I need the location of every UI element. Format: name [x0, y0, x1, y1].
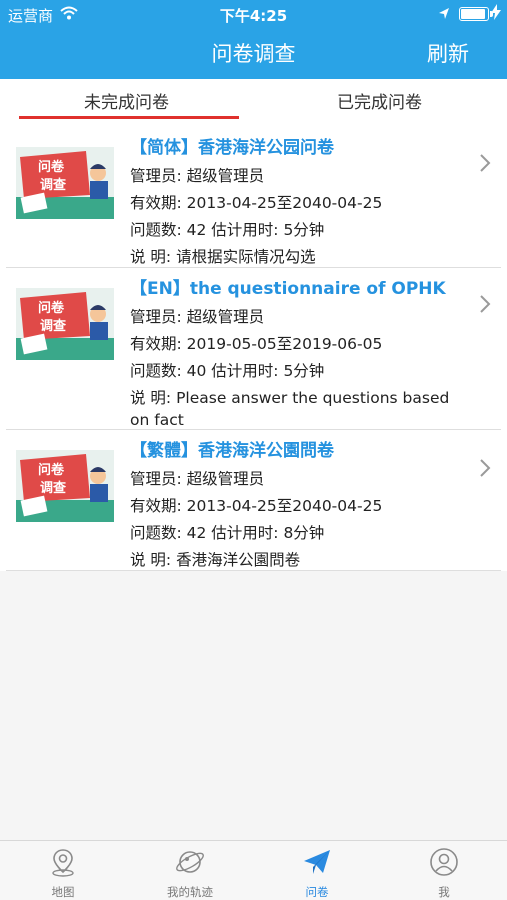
tab-survey-label: 问卷	[305, 885, 329, 899]
survey-thumbnail: 问卷 调查	[16, 288, 114, 360]
thumbnail-word: 调查	[40, 177, 67, 193]
survey-info: 【EN】the questionnaire of OPHK 管理员: 超级管理员…	[130, 277, 473, 431]
chevron-right-icon[interactable]	[479, 294, 491, 320]
survey-card[interactable]: 问卷 调查 【繁體】香港海洋公園問卷 管理员: 超级管理员 有效期: 2013-…	[6, 430, 501, 571]
tab-map-label: 地图	[51, 885, 75, 899]
thumbnail-word: 调查	[40, 480, 67, 496]
survey-description: 说 明: Please answer the questions based o…	[130, 389, 450, 429]
tab-selected-underline	[19, 116, 239, 119]
tab-map[interactable]: 地图	[0, 841, 126, 900]
tab-incomplete[interactable]: 未完成问卷	[0, 79, 253, 121]
survey-description: 说 明: 香港海洋公園問卷	[130, 551, 301, 569]
survey-question-count: 问题数: 42 估计用时: 5分钟	[130, 221, 325, 239]
survey-admin: 管理员: 超级管理员	[130, 167, 265, 185]
charging-icon	[491, 4, 501, 24]
chevron-right-icon[interactable]	[479, 153, 491, 179]
survey-admin: 管理员: 超级管理员	[130, 308, 265, 326]
tab-me-label: 我	[438, 885, 450, 899]
location-arrow-icon	[438, 6, 450, 24]
tab-me[interactable]: 我	[381, 841, 507, 900]
tab-track[interactable]: 我的轨迹	[127, 841, 253, 900]
survey-list: 问卷 调查 【简体】香港海洋公园问卷 管理员: 超级管理员 有效期: 2013-…	[0, 121, 507, 571]
thumbnail-word: 问卷	[38, 159, 65, 175]
survey-title: 【繁體】香港海洋公園問卷	[130, 441, 334, 461]
survey-card[interactable]: 问卷 调查 【简体】香港海洋公园问卷 管理员: 超级管理员 有效期: 2013-…	[6, 121, 501, 268]
survey-validity: 有效期: 2013-04-25至2040-04-25	[130, 497, 383, 515]
paper-plane-icon	[301, 846, 333, 878]
survey-description: 说 明: 请根据实际情况勾选	[130, 248, 316, 266]
thumbnail-word: 问卷	[38, 300, 65, 316]
survey-validity: 有效期: 2013-04-25至2040-04-25	[130, 194, 383, 212]
user-icon	[428, 846, 460, 878]
survey-tabs: 未完成问卷 已完成问卷	[0, 79, 507, 121]
status-time: 下午4:25	[219, 7, 288, 25]
survey-info: 【简体】香港海洋公园问卷 管理员: 超级管理员 有效期: 2013-04-25至…	[130, 136, 473, 269]
thumbnail-word: 调查	[40, 318, 67, 334]
survey-title: 【EN】the questionnaire of OPHK	[130, 279, 446, 299]
survey-validity: 有效期: 2019-05-05至2019-06-05	[130, 335, 383, 353]
refresh-button[interactable]: 刷新	[427, 38, 469, 68]
survey-title: 【简体】香港海洋公园问卷	[130, 138, 334, 158]
survey-thumbnail: 问卷 调查	[16, 147, 114, 219]
map-pin-icon	[47, 846, 79, 878]
chevron-right-icon[interactable]	[479, 458, 491, 484]
top-bar: 运营商 下午4:25 问卷调查 刷新	[0, 0, 507, 79]
tab-survey[interactable]: 问卷	[254, 841, 380, 900]
survey-info: 【繁體】香港海洋公園問卷 管理员: 超级管理员 有效期: 2013-04-25至…	[130, 439, 473, 572]
survey-thumbnail: 问卷 调查	[16, 450, 114, 522]
tab-completed[interactable]: 已完成问卷	[253, 79, 506, 121]
battery-icon	[459, 7, 493, 21]
status-bar: 运营商 下午4:25	[0, 0, 507, 28]
survey-card[interactable]: 问卷 调查 【EN】the questionnaire of OPHK 管理员:…	[6, 268, 501, 430]
tab-label: 已完成问卷	[337, 93, 422, 113]
survey-admin: 管理员: 超级管理员	[130, 470, 265, 488]
survey-question-count: 问题数: 42 估计用时: 8分钟	[130, 524, 325, 542]
bottom-tab-bar: 地图 我的轨迹 问卷 我	[0, 840, 507, 900]
tab-label: 未完成问卷	[84, 93, 169, 113]
planet-icon	[174, 846, 206, 878]
survey-question-count: 问题数: 40 估计用时: 5分钟	[130, 362, 325, 380]
tab-track-label: 我的轨迹	[167, 885, 213, 899]
thumbnail-word: 问卷	[38, 462, 65, 478]
battery-fill	[461, 9, 485, 19]
